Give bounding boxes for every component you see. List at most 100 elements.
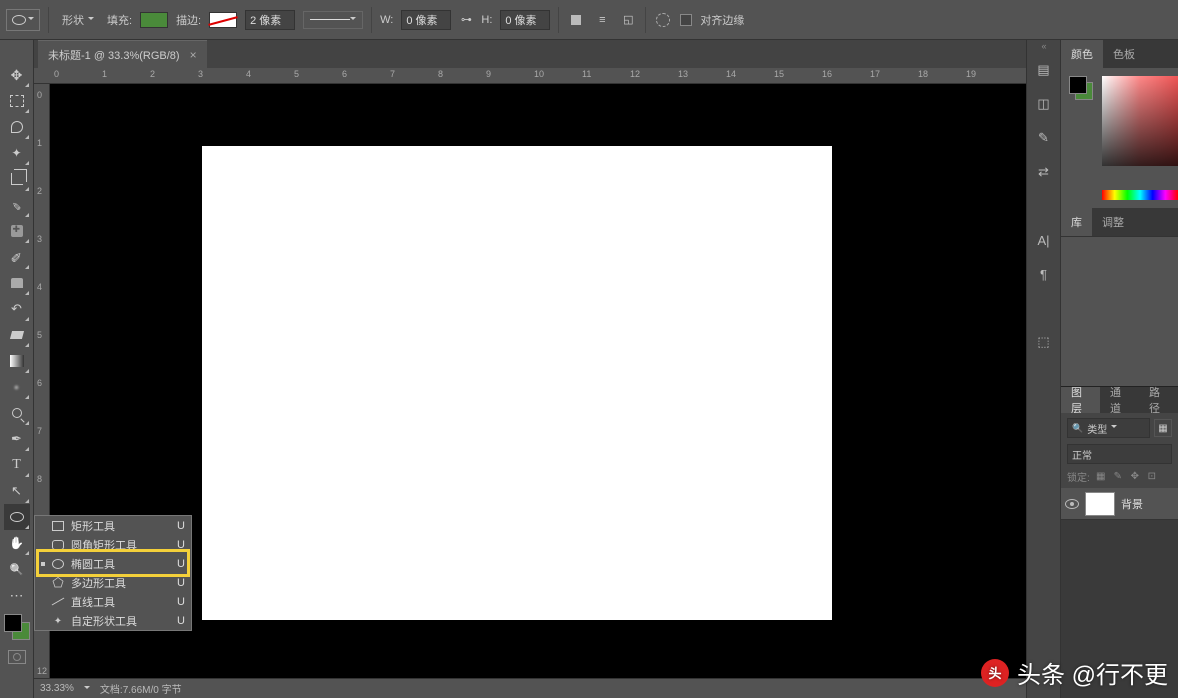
dodge-tool[interactable] [4, 400, 30, 426]
paragraph-panel-icon[interactable]: ¶ [1033, 264, 1055, 284]
shape-tool[interactable] [4, 504, 30, 530]
lock-position-icon[interactable]: ✥ [1129, 471, 1141, 483]
hand-tool[interactable] [4, 530, 30, 556]
blur-tool[interactable] [4, 374, 30, 400]
crop-tool[interactable] [4, 166, 30, 192]
tool-preset-picker[interactable] [6, 9, 40, 31]
flyout-item-label: 椭圆工具 [71, 556, 171, 572]
move-tool[interactable] [4, 62, 30, 88]
color-spectrum[interactable] [1102, 76, 1178, 166]
shape-mode-dropdown[interactable]: 形状 [57, 9, 99, 31]
chevron-down-icon[interactable] [84, 686, 90, 692]
history-panel-icon[interactable]: ▤ [1033, 60, 1055, 80]
quick-mask-toggle[interactable] [8, 650, 26, 664]
visibility-toggle-icon[interactable] [1065, 499, 1079, 509]
healing-brush-tool[interactable] [4, 218, 30, 244]
dock-collapse-button[interactable]: « [1030, 40, 1058, 52]
zoom-tool[interactable] [4, 556, 30, 582]
layer-name[interactable]: 背景 [1121, 496, 1143, 512]
zoom-status[interactable]: 33.33% [40, 683, 74, 694]
character-panel-icon[interactable]: A| [1033, 230, 1055, 250]
color-panel-swatches[interactable] [1069, 76, 1093, 100]
link-wh-icon[interactable]: ⊶ [459, 14, 473, 26]
align-edges-checkbox[interactable] [680, 14, 692, 26]
tab-layers[interactable]: 图层 [1061, 387, 1100, 413]
flyout-item[interactable]: 自定形状工具 U [35, 611, 191, 630]
properties-panel-icon[interactable]: ◫ [1033, 94, 1055, 114]
flyout-item[interactable]: 椭圆工具 U [35, 554, 191, 573]
stroke-style-dropdown[interactable] [303, 11, 363, 29]
doc-info[interactable]: 文档:7.66M/0 字节 [100, 681, 182, 696]
tab-adjustments[interactable]: 调整 [1092, 208, 1134, 236]
brush-tool[interactable] [4, 244, 30, 270]
flyout-item[interactable]: 圆角矩形工具 U [35, 535, 191, 554]
pen-tool[interactable] [4, 426, 30, 452]
heal-icon [11, 225, 23, 237]
ruler-tick: 8 [37, 474, 42, 484]
libraries-panel-icon[interactable]: ⬚ [1033, 332, 1055, 352]
path-operations-button[interactable] [567, 11, 585, 29]
flyout-item[interactable]: 直线工具 U [35, 592, 191, 611]
lock-pixels-icon[interactable]: ✎ [1112, 471, 1124, 483]
foreground-color[interactable] [4, 614, 22, 632]
close-tab-icon[interactable]: × [190, 48, 197, 62]
status-bar: 33.33% 文档:7.66M/0 字节 [34, 678, 1026, 698]
brushes-panel-icon[interactable]: ✎ [1033, 128, 1055, 148]
tab-color[interactable]: 颜色 [1061, 40, 1103, 68]
flyout-item[interactable]: 多边形工具 U [35, 573, 191, 592]
type-tool[interactable] [4, 452, 30, 478]
hue-slider[interactable] [1102, 190, 1178, 200]
layer-filter-dropdown[interactable]: 🔍 类型 [1067, 418, 1150, 438]
lasso-icon [11, 121, 23, 133]
brush-icon [11, 249, 23, 266]
foreground-swatch[interactable] [1069, 76, 1087, 94]
layer-thumbnail[interactable] [1085, 492, 1115, 516]
color-panel [1061, 68, 1178, 208]
fi-line-icon [51, 596, 65, 608]
layer-row[interactable]: 背景 [1061, 488, 1178, 520]
eyedropper-tool[interactable] [4, 192, 30, 218]
marquee-tool[interactable] [4, 88, 30, 114]
clone-stamp-tool[interactable] [4, 270, 30, 296]
path-align-button[interactable]: ≡ [593, 11, 611, 29]
eraser-icon [9, 331, 23, 339]
stroke-color-swatch[interactable] [209, 12, 237, 28]
tab-channels[interactable]: 通道 [1100, 387, 1139, 413]
eraser-tool[interactable] [4, 322, 30, 348]
blend-mode-label: 正常 [1072, 447, 1092, 462]
tab-paths[interactable]: 路径 [1139, 387, 1178, 413]
history-brush-tool[interactable] [4, 296, 30, 322]
dots-icon [10, 587, 24, 604]
document-tab[interactable]: 未标题-1 @ 33.3%(RGB/8) × [38, 40, 207, 68]
separator [645, 7, 646, 33]
flyout-item[interactable]: 矩形工具 U [35, 516, 191, 535]
filter-pixel-button[interactable]: ▦ [1154, 419, 1172, 437]
ruler-tick: 17 [870, 69, 880, 79]
path-selection-tool[interactable] [4, 478, 30, 504]
height-field[interactable]: 0 像素 [500, 10, 550, 30]
gradient-tool[interactable] [4, 348, 30, 374]
layer-controls: 🔍 类型 ▦ 正常 锁定: ▦ ✎ ✥ ⊡ [1061, 413, 1178, 488]
square-icon [571, 15, 581, 25]
canvas[interactable] [50, 84, 1026, 678]
tab-library[interactable]: 库 [1061, 208, 1092, 236]
lock-transparency-icon[interactable]: ▦ [1095, 471, 1107, 483]
dodge-icon [12, 408, 22, 418]
lock-artboard-icon[interactable]: ⊡ [1146, 471, 1158, 483]
ruler-tick: 4 [246, 69, 251, 79]
path-arrange-button[interactable]: ◱ [619, 11, 637, 29]
chevron-down-icon [1111, 425, 1117, 431]
edit-toolbar[interactable] [4, 582, 30, 608]
crop-icon [11, 173, 23, 185]
settings-button[interactable] [654, 11, 672, 29]
brush-settings-panel-icon[interactable]: ⇄ [1033, 162, 1055, 182]
fill-color-swatch[interactable] [140, 12, 168, 28]
lasso-tool[interactable] [4, 114, 30, 140]
width-field[interactable]: 0 像素 [401, 10, 451, 30]
blend-mode-dropdown[interactable]: 正常 [1067, 444, 1172, 464]
stroke-width-field[interactable]: 2 像素 [245, 10, 295, 30]
magic-wand-tool[interactable] [4, 140, 30, 166]
tab-swatches[interactable]: 色板 [1103, 40, 1145, 68]
flyout-item-label: 多边形工具 [71, 575, 171, 591]
color-swatches[interactable] [4, 614, 30, 640]
